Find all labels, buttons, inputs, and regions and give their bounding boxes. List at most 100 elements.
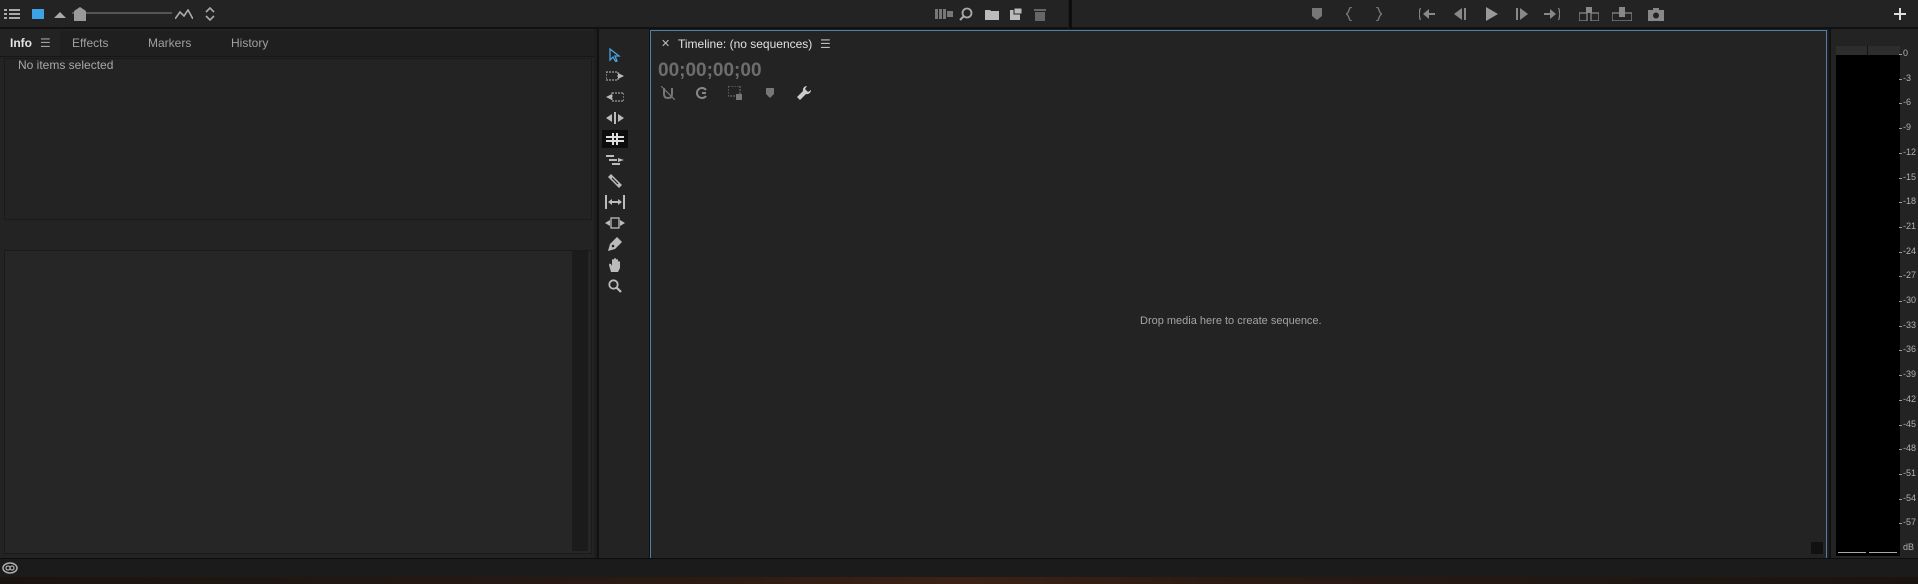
- mark-out-icon[interactable]: [1368, 4, 1388, 24]
- meter-peak-indicator[interactable]: [1836, 46, 1900, 55]
- no-items-label: No items selected: [18, 58, 114, 72]
- meter-tick: [1899, 54, 1902, 55]
- meter-tick-label: -18: [1903, 196, 1917, 207]
- meter-tick: [1899, 177, 1902, 179]
- meter-tick-label: -45: [1903, 418, 1917, 429]
- tab-effects[interactable]: Effects: [72, 31, 108, 56]
- meter-tick: [1899, 325, 1902, 327]
- zoom-out-icon[interactable]: [50, 4, 70, 24]
- meter-tick: [1899, 103, 1902, 105]
- selection-tool-icon[interactable]: [602, 46, 628, 64]
- step-back-icon[interactable]: [1450, 4, 1470, 24]
- meter-tick: [1899, 128, 1902, 130]
- timeline-title: Timeline: (no sequences): [678, 37, 813, 51]
- panel-menu-icon[interactable]: ☰: [820, 37, 831, 51]
- mark-in-icon[interactable]: [1340, 4, 1360, 24]
- slip-tool-icon[interactable]: [602, 193, 628, 211]
- meter-floor-right: [1869, 552, 1897, 553]
- meter-tick-label: -24: [1903, 245, 1917, 256]
- list-view-icon[interactable]: [2, 4, 22, 24]
- meter-tick: [1899, 152, 1902, 154]
- meter-tick-label: -3: [1903, 72, 1912, 83]
- meter-tick: [1899, 424, 1902, 426]
- play-icon[interactable]: [1482, 4, 1502, 24]
- meter-tick: [1899, 226, 1902, 228]
- new-bin-icon[interactable]: [982, 4, 1002, 24]
- icon-view-icon[interactable]: [28, 4, 48, 24]
- add-button-icon[interactable]: [1890, 4, 1910, 24]
- drop-media-message: Drop media here to create sequence.: [1140, 315, 1322, 327]
- meter-tick: [1899, 399, 1902, 401]
- linked-selection-icon[interactable]: [692, 84, 712, 102]
- meter-tick-label: -15: [1903, 171, 1917, 182]
- meter-tick-label: -27: [1903, 270, 1917, 281]
- meter-tick-label: -42: [1903, 393, 1917, 404]
- export-frame-icon[interactable]: [1646, 4, 1666, 24]
- add-marker-icon[interactable]: [1307, 4, 1327, 24]
- meter-tick-label: -33: [1903, 319, 1917, 330]
- meter-tick-label: -51: [1903, 467, 1917, 478]
- go-to-out-icon[interactable]: [1542, 4, 1562, 24]
- meter-tick: [1899, 449, 1902, 451]
- meter-tick: [1899, 375, 1902, 377]
- close-icon[interactable]: ✕: [661, 37, 670, 50]
- panel-menu-icon[interactable]: ☰: [40, 31, 51, 56]
- meter-unit-label: dB: [1903, 542, 1915, 552]
- clear-icon[interactable]: [1030, 4, 1050, 24]
- meter-tick-label: -36: [1903, 344, 1917, 355]
- meter-tick-label: -54: [1903, 492, 1917, 503]
- overwrite-icon[interactable]: [1612, 4, 1632, 24]
- meter-tick-label: -39: [1903, 369, 1917, 380]
- project-browser: [4, 250, 592, 554]
- timecode-display[interactable]: 00;00;00;00: [658, 60, 762, 82]
- scrollbar[interactable]: [572, 251, 588, 551]
- timeline-display-settings-icon[interactable]: [760, 84, 780, 102]
- meter-tick-label: -30: [1903, 295, 1917, 305]
- meter-tick-label: -48: [1903, 443, 1917, 454]
- zoom-tool-icon[interactable]: [602, 277, 628, 295]
- track-select-forward-icon[interactable]: [602, 67, 628, 85]
- go-to-in-icon[interactable]: [1417, 4, 1437, 24]
- panel-tabs: Info ☰ Effects Markers History: [0, 31, 594, 57]
- zoom-in-icon[interactable]: [174, 4, 194, 24]
- slide-tool-icon[interactable]: [602, 214, 628, 232]
- snap-icon[interactable]: [658, 84, 678, 102]
- new-item-icon[interactable]: [1006, 4, 1026, 24]
- meter-tick: [1899, 473, 1902, 475]
- audio-meter: [1836, 46, 1900, 556]
- sort-icon[interactable]: [200, 4, 220, 24]
- creative-cloud-icon[interactable]: [2, 562, 18, 574]
- insert-icon[interactable]: [1579, 4, 1599, 24]
- step-forward-icon[interactable]: [1512, 4, 1532, 24]
- find-icon[interactable]: [956, 4, 976, 24]
- meter-scale: 0 -3 -6 -9 -12 -15 -18 -21 -24 -27 -30 -33 -36 -39 -42…: [1899, 48, 1918, 558]
- meter-tick: [1899, 276, 1902, 278]
- meter-tick: [1899, 523, 1902, 525]
- zoom-slider-handle[interactable]: [70, 4, 90, 24]
- desktop-background: [0, 577, 1918, 584]
- resize-handle[interactable]: [1811, 542, 1823, 554]
- meter-tick-label: -21: [1903, 220, 1917, 231]
- ripple-edit-tool-icon[interactable]: [602, 109, 628, 127]
- meter-tick-label: -6: [1903, 97, 1912, 108]
- info-content: [4, 58, 592, 220]
- add-marker-icon[interactable]: [726, 84, 746, 102]
- meter-tick-label: 0: [1903, 48, 1909, 58]
- timeline-panel[interactable]: [650, 30, 1827, 559]
- razor-tool-icon[interactable]: [602, 172, 628, 190]
- meter-tick-label: -57: [1903, 517, 1917, 528]
- track-select-backward-icon[interactable]: [602, 88, 628, 106]
- tab-info[interactable]: Info: [0, 31, 60, 56]
- rate-stretch-tool-icon[interactable]: [602, 151, 628, 169]
- meter-tick: [1899, 78, 1902, 80]
- wrench-icon[interactable]: [794, 84, 814, 102]
- rolling-edit-tool-icon[interactable]: [602, 130, 628, 148]
- automate-to-sequence-icon[interactable]: [934, 4, 954, 24]
- tab-markers[interactable]: Markers: [148, 31, 191, 56]
- tab-history[interactable]: History: [231, 31, 268, 56]
- meter-tick: [1899, 498, 1902, 500]
- meter-floor-left: [1838, 552, 1866, 553]
- meter-tick-label: -9: [1903, 122, 1912, 133]
- pen-tool-icon[interactable]: [602, 235, 628, 253]
- hand-tool-icon[interactable]: [602, 256, 628, 274]
